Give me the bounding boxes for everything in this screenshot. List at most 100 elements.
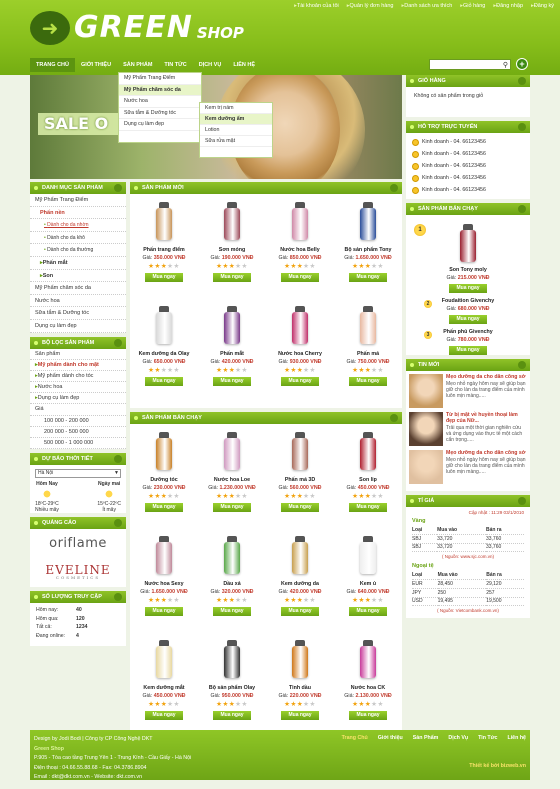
top-link-account[interactable]: Tài khoản của tôi	[294, 3, 339, 9]
buy-now-button[interactable]: Mua ngay	[349, 377, 387, 386]
category-item[interactable]: Dụng cụ làm đẹp	[30, 320, 126, 333]
product-name[interactable]: Kem dưỡng da	[266, 580, 334, 588]
category-item[interactable]: Nước hoa	[30, 295, 126, 308]
product-name[interactable]: Nước hoa Sexy	[130, 580, 198, 588]
product-image[interactable]	[212, 638, 252, 682]
product-name[interactable]: Nước hoa Cherry	[266, 350, 334, 358]
submenu-item[interactable]: Kem dưỡng ẩm	[200, 114, 272, 125]
nav-products[interactable]: Sản phẩm	[117, 58, 158, 72]
product-image[interactable]	[280, 534, 320, 578]
product-name[interactable]: Phấn má 3D	[266, 476, 334, 484]
product-image[interactable]	[212, 534, 252, 578]
top-link-register[interactable]: Đăng ký	[531, 3, 554, 9]
news-item[interactable]: Mẹo dưỡng da cho dân công sở Mẹo nhỏ ngày…	[409, 450, 527, 486]
dropdown-item[interactable]: Mỹ Phẩm Trang Điểm	[119, 73, 201, 85]
product-name[interactable]: Nước hoa Belly	[266, 246, 334, 254]
product-name[interactable]: Kem dưỡng da Olay	[130, 350, 198, 358]
product-image[interactable]	[348, 638, 388, 682]
buy-now-button[interactable]: Mua ngay	[145, 607, 183, 616]
news-thumbnail[interactable]	[409, 374, 443, 408]
product-name[interactable]: Son lip	[334, 476, 402, 484]
top-link-cart[interactable]: Giỏ hàng	[460, 3, 485, 9]
news-thumbnail[interactable]	[409, 412, 443, 446]
dropdown-item[interactable]: Mỹ Phẩm chăm sóc da	[119, 84, 201, 96]
oriflame-logo[interactable]: oriflame	[49, 536, 107, 551]
product-image[interactable]	[144, 430, 184, 474]
news-item[interactable]: Từ bị mật về huyền thoại làm đẹp của Nữ.…	[409, 412, 527, 448]
news-title[interactable]: Mẹo dưỡng da cho dân công sở	[446, 450, 527, 456]
support-contact[interactable]: Kinh doanh - 04. 66123456	[406, 148, 530, 160]
product-image[interactable]	[144, 304, 184, 348]
buy-now-button[interactable]: Mua ngay	[281, 377, 319, 386]
buy-now-button[interactable]: Mua ngay	[281, 607, 319, 616]
buy-now-button[interactable]: Mua ngay	[281, 273, 319, 282]
product-name[interactable]: Nước hoa CK	[334, 684, 402, 692]
product-image[interactable]	[280, 200, 320, 244]
footer-link[interactable]: Trang Chủ	[342, 735, 368, 741]
price-range-option[interactable]: 100 000 - 200 000	[30, 416, 126, 427]
city-select[interactable]: Hà Nội	[35, 469, 121, 479]
support-contact[interactable]: Kinh doanh - 04. 66123456	[406, 136, 530, 148]
product-name[interactable]: Nước hoa Loe	[198, 476, 266, 484]
buy-now-button[interactable]: Mua ngay	[449, 284, 487, 293]
product-image[interactable]	[212, 430, 252, 474]
category-item[interactable]: Sữa tắm & Dưỡng tóc	[30, 307, 126, 320]
submenu-item[interactable]: Lotion	[200, 125, 272, 136]
footer-designer-link[interactable]: Thiết kế bởi bizweb.vn	[469, 763, 526, 769]
footer-link[interactable]: Liên hệ	[507, 735, 526, 741]
top-link-login[interactable]: Đăng nhập	[493, 3, 523, 9]
dropdown-item[interactable]: Nước hoa	[119, 96, 201, 108]
product-name[interactable]: Tinh dầu	[266, 684, 334, 692]
buy-now-button[interactable]: Mua ngay	[281, 503, 319, 512]
product-image[interactable]	[348, 430, 388, 474]
category-subitem[interactable]: Dành cho da nhờn	[30, 219, 126, 232]
submenu-item[interactable]: Sữa rửa mặt	[200, 136, 272, 147]
gold-source[interactable]: ( Nguồn: www.sjc.com.vn)	[412, 552, 524, 561]
top-link-orders[interactable]: Quản lý đơn hàng	[347, 3, 394, 9]
product-name[interactable]: Kem dưỡng mắt	[130, 684, 198, 692]
top-link-wishlist[interactable]: Danh sách ưa thích	[401, 3, 452, 9]
product-image[interactable]	[348, 304, 388, 348]
news-thumbnail[interactable]	[409, 450, 443, 484]
fx-source[interactable]: ( Nguồn: Vietcombank.com.vn)	[412, 606, 524, 615]
category-subitem[interactable]: Dành cho da thường	[30, 244, 126, 257]
category-item[interactable]: Mỹ Phẩm Trang Điểm	[30, 194, 126, 207]
product-image[interactable]	[448, 222, 488, 264]
plus-icon[interactable]: +	[516, 58, 528, 70]
filter-option[interactable]: Dụng cụ làm đẹp	[30, 393, 126, 404]
product-image[interactable]	[280, 430, 320, 474]
nav-contact[interactable]: Liên hệ	[227, 58, 261, 72]
logo[interactable]: ➜ GREEN SHOP	[30, 10, 244, 45]
news-title[interactable]: Mẹo dưỡng da cho dân công sở	[446, 374, 527, 380]
product-name[interactable]: Bộ sản phẩm Tony	[334, 246, 402, 254]
product-name[interactable]: Dầu xả	[198, 580, 266, 588]
filter-option[interactable]: Nước hoa	[30, 382, 126, 393]
product-name[interactable]: Sơn móng	[198, 246, 266, 254]
product-name[interactable]: Son Tony moly	[410, 266, 526, 274]
buy-now-button[interactable]: Mua ngay	[281, 711, 319, 720]
product-name[interactable]: Phấn mắt	[198, 350, 266, 358]
category-item[interactable]: Phấn nền	[30, 207, 126, 220]
support-contact[interactable]: Kinh doanh - 04. 66123456	[406, 172, 530, 184]
product-image[interactable]	[212, 200, 252, 244]
dropdown-item[interactable]: Dụng cụ làm đẹp	[119, 119, 201, 131]
product-name[interactable]: Dưỡng tóc	[130, 476, 198, 484]
buy-now-button[interactable]: Mua ngay	[145, 377, 183, 386]
footer-link[interactable]: Sản Phẩm	[413, 735, 439, 741]
category-item[interactable]: Son	[30, 270, 126, 283]
buy-now-button[interactable]: Mua ngay	[349, 607, 387, 616]
price-range-option[interactable]: 200 000 - 500 000	[30, 427, 126, 439]
support-contact[interactable]: Kinh doanh - 04. 66123456	[406, 160, 530, 172]
price-range-option[interactable]: 500 000 - 1 000 000	[30, 438, 126, 450]
category-subitem[interactable]: Dành cho da khô	[30, 232, 126, 245]
buy-now-button[interactable]: Mua ngay	[349, 711, 387, 720]
nav-news[interactable]: Tin tức	[158, 58, 192, 72]
product-image[interactable]	[348, 534, 388, 578]
footer-link[interactable]: Giới thiệu	[378, 735, 403, 741]
buy-now-button[interactable]: Mua ngay	[213, 711, 251, 720]
buy-now-button[interactable]: Mua ngay	[349, 273, 387, 282]
product-image[interactable]	[280, 304, 320, 348]
filter-option[interactable]: Mỹ phẩm dành cho tóc	[30, 371, 126, 382]
filter-option[interactable]: Mỹ phẩm dành cho mặt	[30, 360, 126, 371]
product-name[interactable]: Phấn má	[334, 350, 402, 358]
